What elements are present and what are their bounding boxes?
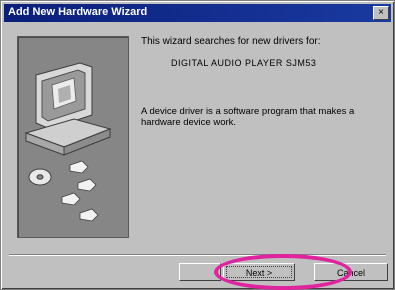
computer-with-cd-icon — [24, 62, 112, 222]
window-title: Add New Hardware Wizard — [8, 6, 148, 18]
next-button[interactable]: Next > — [223, 263, 295, 281]
separator — [9, 254, 386, 256]
wizard-window: Add New Hardware Wizard × This wizard se… — [0, 0, 395, 290]
close-button[interactable]: × — [373, 6, 389, 20]
cd-disc-icon — [28, 168, 52, 186]
device-name: DIGITAL AUDIO PLAYER SJM53 — [171, 58, 317, 68]
arrow-icon — [61, 160, 99, 222]
back-button[interactable] — [179, 263, 221, 281]
intro-text: This wizard searches for new drivers for… — [141, 36, 321, 47]
cancel-button[interactable]: Cancel — [314, 263, 388, 281]
description-text: A device driver is a software program th… — [141, 106, 355, 128]
wizard-illustration-panel — [17, 36, 129, 238]
title-bar: Add New Hardware Wizard × — [4, 4, 391, 22]
